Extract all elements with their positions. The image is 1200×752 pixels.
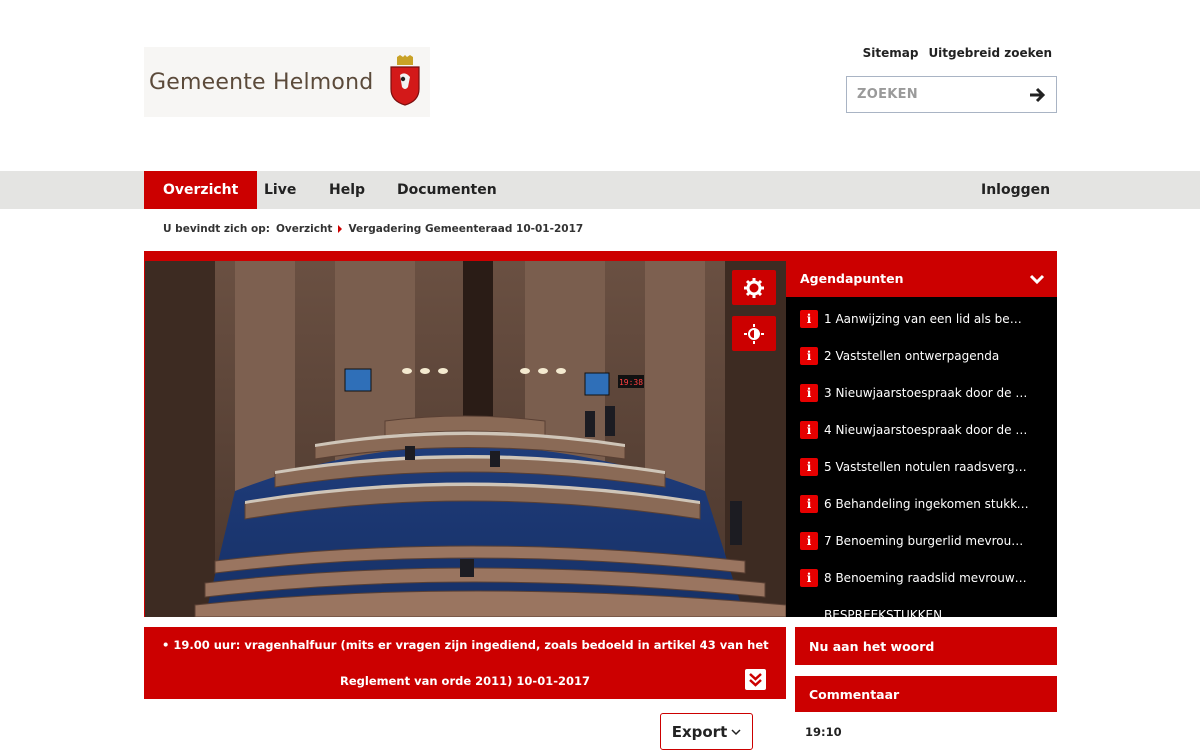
agenda-item-label: BESPREEKSTUKKEN (824, 607, 943, 618)
breadcrumb-arrow-icon (338, 225, 343, 233)
info-icon[interactable]: i (800, 531, 818, 550)
info-icon[interactable]: i (800, 457, 818, 476)
logo-text: Gemeente Helmond (149, 69, 374, 95)
agenda-item-label: 6 Behandeling ingekomen stukken en (824, 496, 1029, 511)
breadcrumb-prefix: U bevindt zich op: (163, 223, 270, 235)
clock-display: 19:38 (619, 378, 643, 387)
agenda-item-label: 3 Nieuwjaarstoespraak door de voorzitter (824, 385, 1029, 400)
arrow-right-icon[interactable] (1027, 85, 1047, 105)
agenda-item-label: 7 Benoeming burgerlid mevrouw A. (824, 533, 1029, 548)
nav-overzicht[interactable]: Overzicht (144, 171, 258, 209)
agenda-item[interactable]: i 1 Aanwijzing van een lid als bedoeld in (786, 300, 1057, 337)
info-icon[interactable]: i (800, 494, 818, 513)
info-icon[interactable]: i (800, 420, 818, 439)
current-item-line1: • 19.00 uur: vragenhalfuur (mits er vrag… (162, 638, 769, 652)
agenda-item[interactable]: i 4 Nieuwjaarstoespraak door de wethouder (786, 411, 1057, 448)
breadcrumb-overzicht[interactable]: Overzicht (276, 223, 333, 235)
comment-time: 19:10 (805, 725, 842, 739)
crest-icon (390, 55, 420, 106)
agenda-item-label: 2 Vaststellen ontwerpagenda (824, 348, 1000, 363)
site-logo[interactable]: Gemeente Helmond (144, 47, 430, 117)
info-icon[interactable]: i (800, 309, 818, 328)
agenda-panel: Agendapunten i 1 Aanwijzing van een lid a… (786, 261, 1057, 617)
expand-button[interactable] (745, 669, 766, 690)
double-chevron-down-icon (749, 673, 762, 687)
council-chamber-image: 19:38 (145, 261, 786, 617)
agenda-list: i 1 Aanwijzing van een lid als bedoeld in… (786, 300, 1057, 617)
agenda-item[interactable]: i 6 Behandeling ingekomen stukken en (786, 485, 1057, 522)
advanced-search-link[interactable]: Uitgebreid zoeken (928, 46, 1052, 60)
info-icon[interactable]: i (800, 346, 818, 365)
brightness-icon (744, 323, 764, 344)
breadcrumb: U bevindt zich op: Overzicht Vergadering… (163, 223, 583, 235)
current-item-bar: • 19.00 uur: vragenhalfuur (mits er vrag… (144, 627, 786, 699)
settings-button[interactable] (732, 270, 776, 305)
info-icon[interactable]: i (800, 568, 818, 587)
agenda-item[interactable]: BESPREEKSTUKKEN (786, 596, 1057, 618)
agenda-header[interactable]: Agendapunten (786, 261, 1057, 297)
agenda-item[interactable]: i 2 Vaststellen ontwerpagenda (786, 337, 1057, 374)
main-nav: Overzicht Live Help Documenten Inloggen (0, 171, 1200, 209)
brightness-button[interactable] (732, 316, 776, 351)
gear-icon (744, 277, 764, 298)
search-input[interactable] (857, 87, 1027, 102)
nav-login[interactable]: Inloggen (981, 171, 1050, 209)
speaker-title: Nu aan het woord (809, 638, 935, 654)
search-box (846, 76, 1057, 113)
agenda-item[interactable]: i 5 Vaststellen notulen raadsvergadering (786, 448, 1057, 485)
sitemap-link[interactable]: Sitemap (863, 46, 919, 60)
info-icon[interactable]: i (800, 383, 818, 402)
nav-help[interactable]: Help (329, 171, 365, 209)
agenda-item-label: 5 Vaststellen notulen raadsvergadering (824, 459, 1029, 474)
speaker-bar[interactable]: Nu aan het woord (795, 627, 1057, 665)
top-links: Sitemap Uitgebreid zoeken (863, 46, 1052, 60)
video-player[interactable]: 19:38 (145, 261, 786, 617)
chevron-down-icon (731, 728, 741, 735)
chevron-down-icon[interactable] (1029, 271, 1045, 287)
agenda-item-label: 1 Aanwijzing van een lid als bedoeld in (824, 311, 1029, 326)
comments-title: Commentaar (809, 686, 900, 702)
agenda-item[interactable]: i 8 Benoeming raadslid mevrouw S. (786, 559, 1057, 596)
nav-documenten[interactable]: Documenten (397, 171, 497, 209)
breadcrumb-current: Vergadering Gemeenteraad 10-01-2017 (348, 223, 584, 235)
agenda-title: Agendapunten (800, 271, 904, 286)
export-label: Export (671, 722, 728, 741)
current-item-line2: Reglement van orde 2011) 10-01-2017 (340, 674, 590, 688)
export-button[interactable]: Export (660, 713, 753, 750)
agenda-item-label: 4 Nieuwjaarstoespraak door de wethouder (824, 422, 1029, 437)
agenda-item-label: 8 Benoeming raadslid mevrouw S. (824, 570, 1029, 585)
agenda-item[interactable]: i 3 Nieuwjaarstoespraak door de voorzitte… (786, 374, 1057, 411)
agenda-item[interactable]: i 7 Benoeming burgerlid mevrouw A. (786, 522, 1057, 559)
comments-bar[interactable]: Commentaar (795, 676, 1057, 712)
nav-live[interactable]: Live (264, 171, 296, 209)
